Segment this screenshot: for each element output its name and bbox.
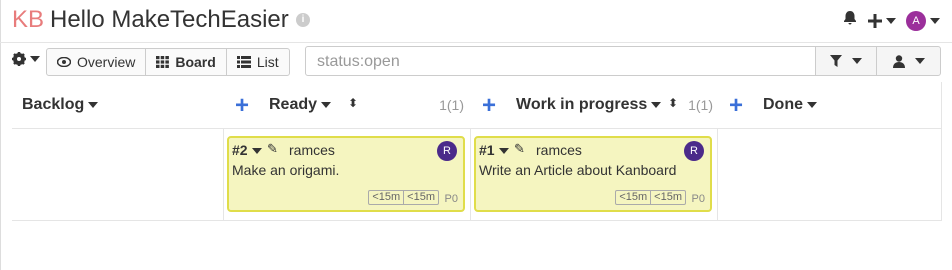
task-owner[interactable]: ramces	[289, 142, 335, 158]
priority-label: P0	[691, 193, 705, 205]
chevron-down-icon	[914, 58, 925, 64]
chevron-down-icon	[88, 101, 99, 108]
task-card[interactable]: #1 ✎ ramces R Write an Article about Kan…	[474, 136, 712, 212]
priority-label: P0	[444, 193, 458, 205]
avatar: A	[906, 10, 926, 31]
chevron-down-icon	[30, 56, 40, 62]
board-button[interactable]: Board	[146, 49, 227, 75]
plus-icon	[868, 13, 882, 28]
page-title: Hello MakeTechEasier	[50, 6, 289, 33]
chevron-down-icon	[886, 17, 896, 24]
task-count: 1(1)	[688, 97, 713, 113]
column-title[interactable]: Work in progress	[516, 96, 662, 114]
time-tracking: <15m <15m	[368, 190, 439, 205]
sort-icon[interactable]: ⬍	[348, 96, 358, 110]
grid-icon	[156, 56, 170, 68]
gear-icon	[12, 52, 26, 66]
column-header-work-in-progress: + Work in progress ⬍ 1(1)	[470, 82, 718, 129]
overview-button[interactable]: Overview	[47, 49, 147, 75]
task-owner[interactable]: ramces	[536, 142, 582, 158]
user-menu[interactable]: A	[906, 10, 940, 31]
avatar: R	[684, 141, 704, 161]
settings-menu[interactable]	[12, 52, 40, 66]
column-header-done: + Done	[717, 82, 942, 129]
list-button[interactable]: List	[227, 49, 289, 75]
time-tracking: <15m <15m	[615, 190, 686, 205]
info-icon[interactable]: i	[296, 13, 310, 27]
chevron-down-icon	[498, 148, 509, 155]
task-title[interactable]: Make an origami.	[232, 162, 339, 178]
column-done	[717, 128, 942, 221]
task-card[interactable]: #2 ✎ ramces R Make an origami. <15m <15m …	[227, 136, 465, 212]
task-number[interactable]: #2	[232, 142, 262, 158]
chevron-down-icon	[930, 17, 940, 24]
column-backlog	[12, 128, 224, 221]
board-label: Board	[175, 54, 216, 70]
list-icon	[236, 56, 251, 68]
edit-icon[interactable]: ✎	[514, 141, 525, 157]
task-number[interactable]: #1	[479, 142, 509, 158]
header-actions: A	[842, 10, 940, 31]
add-task-icon[interactable]: +	[235, 92, 249, 120]
chevron-down-icon	[651, 101, 662, 108]
chevron-down-icon	[251, 148, 262, 155]
chevron-down-icon	[321, 101, 332, 108]
column-title[interactable]: Done	[763, 96, 817, 114]
column-title[interactable]: Backlog	[22, 96, 99, 114]
view-switcher: Overview Board List	[46, 48, 290, 76]
chevron-down-icon	[852, 58, 862, 64]
toolbar: Overview Board List status:open	[0, 42, 952, 82]
user-filter-button[interactable]	[876, 46, 941, 76]
logo[interactable]: KB	[12, 6, 44, 34]
add-menu[interactable]	[868, 13, 896, 28]
list-label: List	[256, 54, 279, 70]
column-title[interactable]: Ready	[269, 96, 332, 114]
overview-label: Overview	[77, 54, 136, 70]
column-header-backlog: Backlog	[12, 82, 224, 129]
search-input[interactable]: status:open	[305, 46, 816, 76]
bell-icon[interactable]	[842, 10, 858, 31]
add-task-icon[interactable]: +	[729, 92, 743, 120]
column-header-ready: + Ready ⬍ 1(1)	[223, 82, 471, 129]
eye-icon	[57, 57, 71, 67]
header: KB Hello MakeTechEasier i A	[0, 0, 952, 43]
task-title[interactable]: Write an Article about Kanboard	[479, 162, 676, 178]
edit-icon[interactable]: ✎	[267, 141, 278, 157]
sort-icon[interactable]: ⬍	[668, 96, 678, 110]
chevron-down-icon	[807, 101, 817, 108]
add-task-icon[interactable]: +	[482, 92, 496, 120]
user-icon	[892, 54, 905, 68]
filter-button[interactable]	[815, 46, 877, 76]
filter-icon	[830, 55, 842, 67]
avatar: R	[437, 141, 457, 161]
task-count: 1(1)	[439, 97, 464, 113]
